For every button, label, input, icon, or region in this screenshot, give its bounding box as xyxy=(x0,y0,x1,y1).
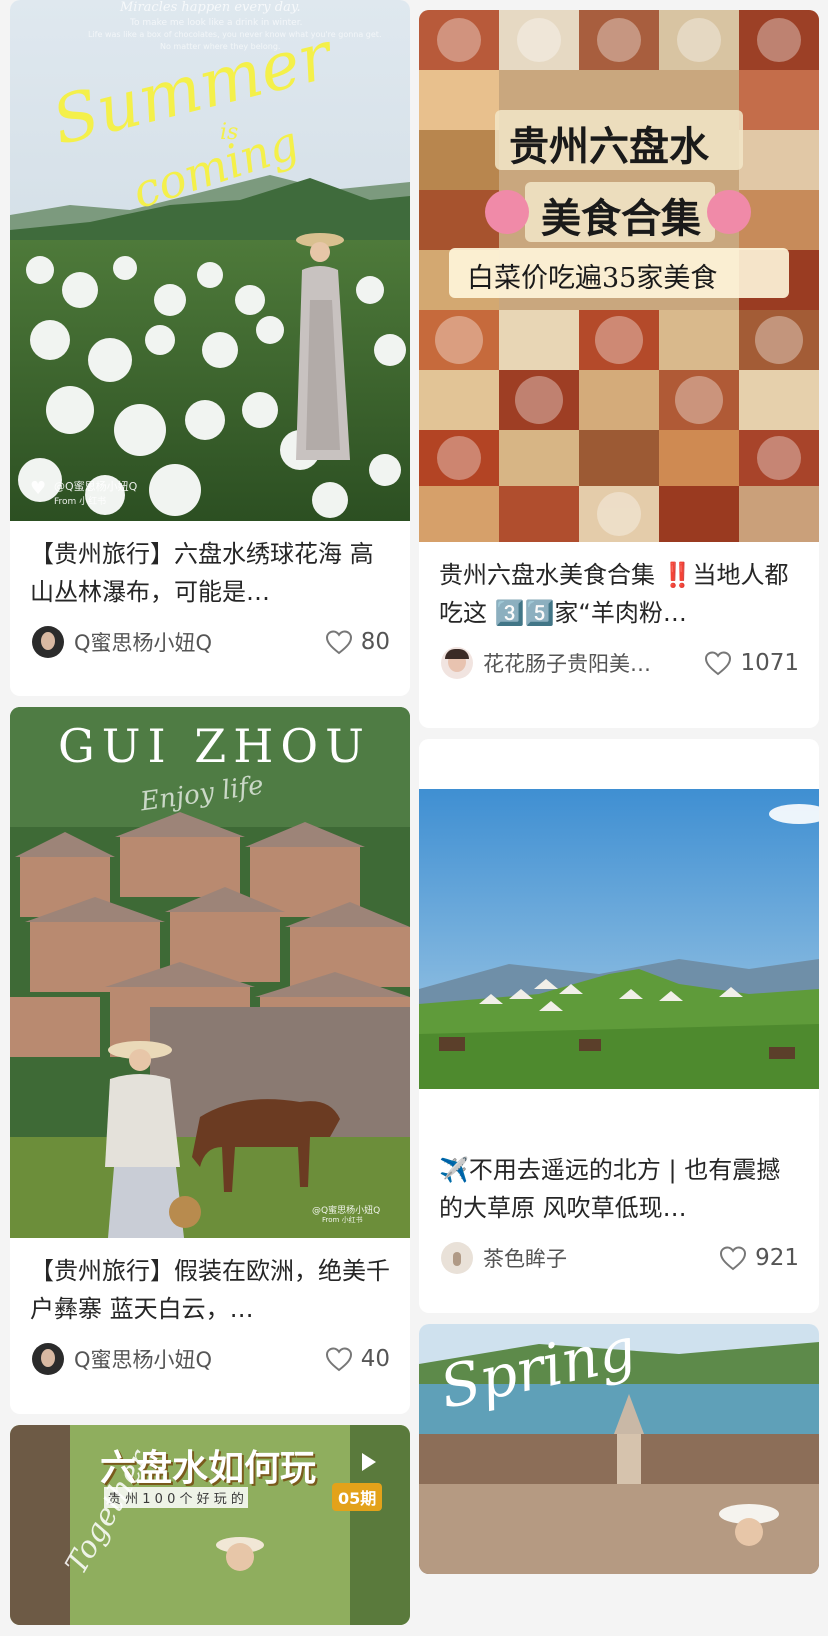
note-meta: Q蜜思杨小妞Q 40 xyxy=(10,1328,410,1396)
avatar[interactable] xyxy=(32,1343,64,1375)
watermark-sub: From 小红书 xyxy=(322,1216,363,1224)
cover-image[interactable]: 贵州六盘水 美食合集 白菜价吃遍35家美食 xyxy=(419,10,819,542)
play-icon xyxy=(362,1453,376,1471)
avatar[interactable] xyxy=(32,626,64,658)
author-name[interactable]: Q蜜思杨小妞Q xyxy=(74,627,212,657)
heart-icon xyxy=(705,651,732,676)
note-card[interactable]: Miracles happen every day. To make me lo… xyxy=(10,0,410,696)
cover-image[interactable] xyxy=(419,739,819,1137)
like-button[interactable]: 1071 xyxy=(704,650,799,676)
note-card[interactable]: ✈️不用去遥远的北方 | 也有震撼的大草原 风吹草低现… 茶色眸子 921 xyxy=(419,739,819,1313)
like-button[interactable]: 921 xyxy=(719,1245,799,1271)
avatar[interactable] xyxy=(441,647,473,679)
like-count: 80 xyxy=(360,629,390,655)
author-name[interactable]: Q蜜思杨小妞Q xyxy=(74,1344,212,1374)
heart-icon xyxy=(325,1347,352,1372)
feed-column-left: Miracles happen every day. To make me lo… xyxy=(10,0,410,1636)
note-meta: 花花肠子贵阳美… 1071 xyxy=(419,632,819,700)
note-card[interactable]: Spring xyxy=(419,1324,819,1574)
note-meta: Q蜜思杨小妞Q 80 xyxy=(10,611,410,679)
watermark-heart-icon: ♥ xyxy=(30,478,47,499)
feed-column-right: 贵州六盘水 美食合集 白菜价吃遍35家美食 贵州六盘水美食合集 ‼️当地人都吃这… xyxy=(419,0,819,1585)
episode-badge: 05期 xyxy=(332,1483,383,1511)
avatar[interactable] xyxy=(441,1242,473,1274)
note-meta: 茶色眸子 921 xyxy=(419,1227,819,1295)
like-count: 40 xyxy=(360,1346,390,1372)
watermark: @Q蜜思杨小妞Q xyxy=(54,480,138,493)
note-title[interactable]: 贵州六盘水美食合集 ‼️当地人都吃这 3️⃣5️⃣家“羊肉粉… xyxy=(419,542,819,632)
food-heading-line2: 美食合集 xyxy=(541,196,701,242)
note-card[interactable]: 六盘水如何玩 贵 州 1 0 0 个 好 玩 的 05期 Together xyxy=(10,1425,410,1625)
like-button[interactable]: 40 xyxy=(325,1346,390,1372)
gui-zhou-heading: GUI ZHOU xyxy=(58,719,371,773)
watermark-sub: From 小红书 xyxy=(54,497,107,507)
author-name[interactable]: 花花肠子贵阳美… xyxy=(483,648,651,678)
note-card[interactable]: 贵州六盘水 美食合集 白菜价吃遍35家美食 贵州六盘水美食合集 ‼️当地人都吃这… xyxy=(419,10,819,728)
cover-image[interactable]: Spring xyxy=(419,1324,819,1574)
heart-icon xyxy=(325,630,352,655)
note-title[interactable]: 【贵州旅行】六盘水绣球花海 高山丛林瀑布，可能是… xyxy=(10,521,410,611)
author-name[interactable]: 茶色眸子 xyxy=(483,1243,567,1273)
cover-image[interactable]: GUI ZHOU Enjoy life @Q蜜思杨小妞Q From 小红书 xyxy=(10,707,410,1238)
like-count: 1071 xyxy=(740,650,799,676)
heart-icon xyxy=(720,1246,747,1271)
note-card[interactable]: GUI ZHOU Enjoy life @Q蜜思杨小妞Q From 小红书 【贵… xyxy=(10,707,410,1414)
cover-image[interactable]: 六盘水如何玩 贵 州 1 0 0 个 好 玩 的 05期 Together xyxy=(10,1425,410,1625)
note-title[interactable]: ✈️不用去遥远的北方 | 也有震撼的大草原 风吹草低现… xyxy=(419,1137,819,1227)
cover-image[interactable]: Miracles happen every day. To make me lo… xyxy=(10,0,410,521)
note-title[interactable]: 【贵州旅行】假装在欧洲，绝美千户彝寨 蓝天白云，… xyxy=(10,1238,410,1328)
top-text: Miracles happen every day. xyxy=(120,0,301,15)
like-count: 921 xyxy=(755,1245,799,1271)
food-heading-line1: 贵州六盘水 xyxy=(509,124,709,170)
like-button[interactable]: 80 xyxy=(325,629,390,655)
food-heading-line3: 白菜价吃遍35家美食 xyxy=(467,263,718,294)
